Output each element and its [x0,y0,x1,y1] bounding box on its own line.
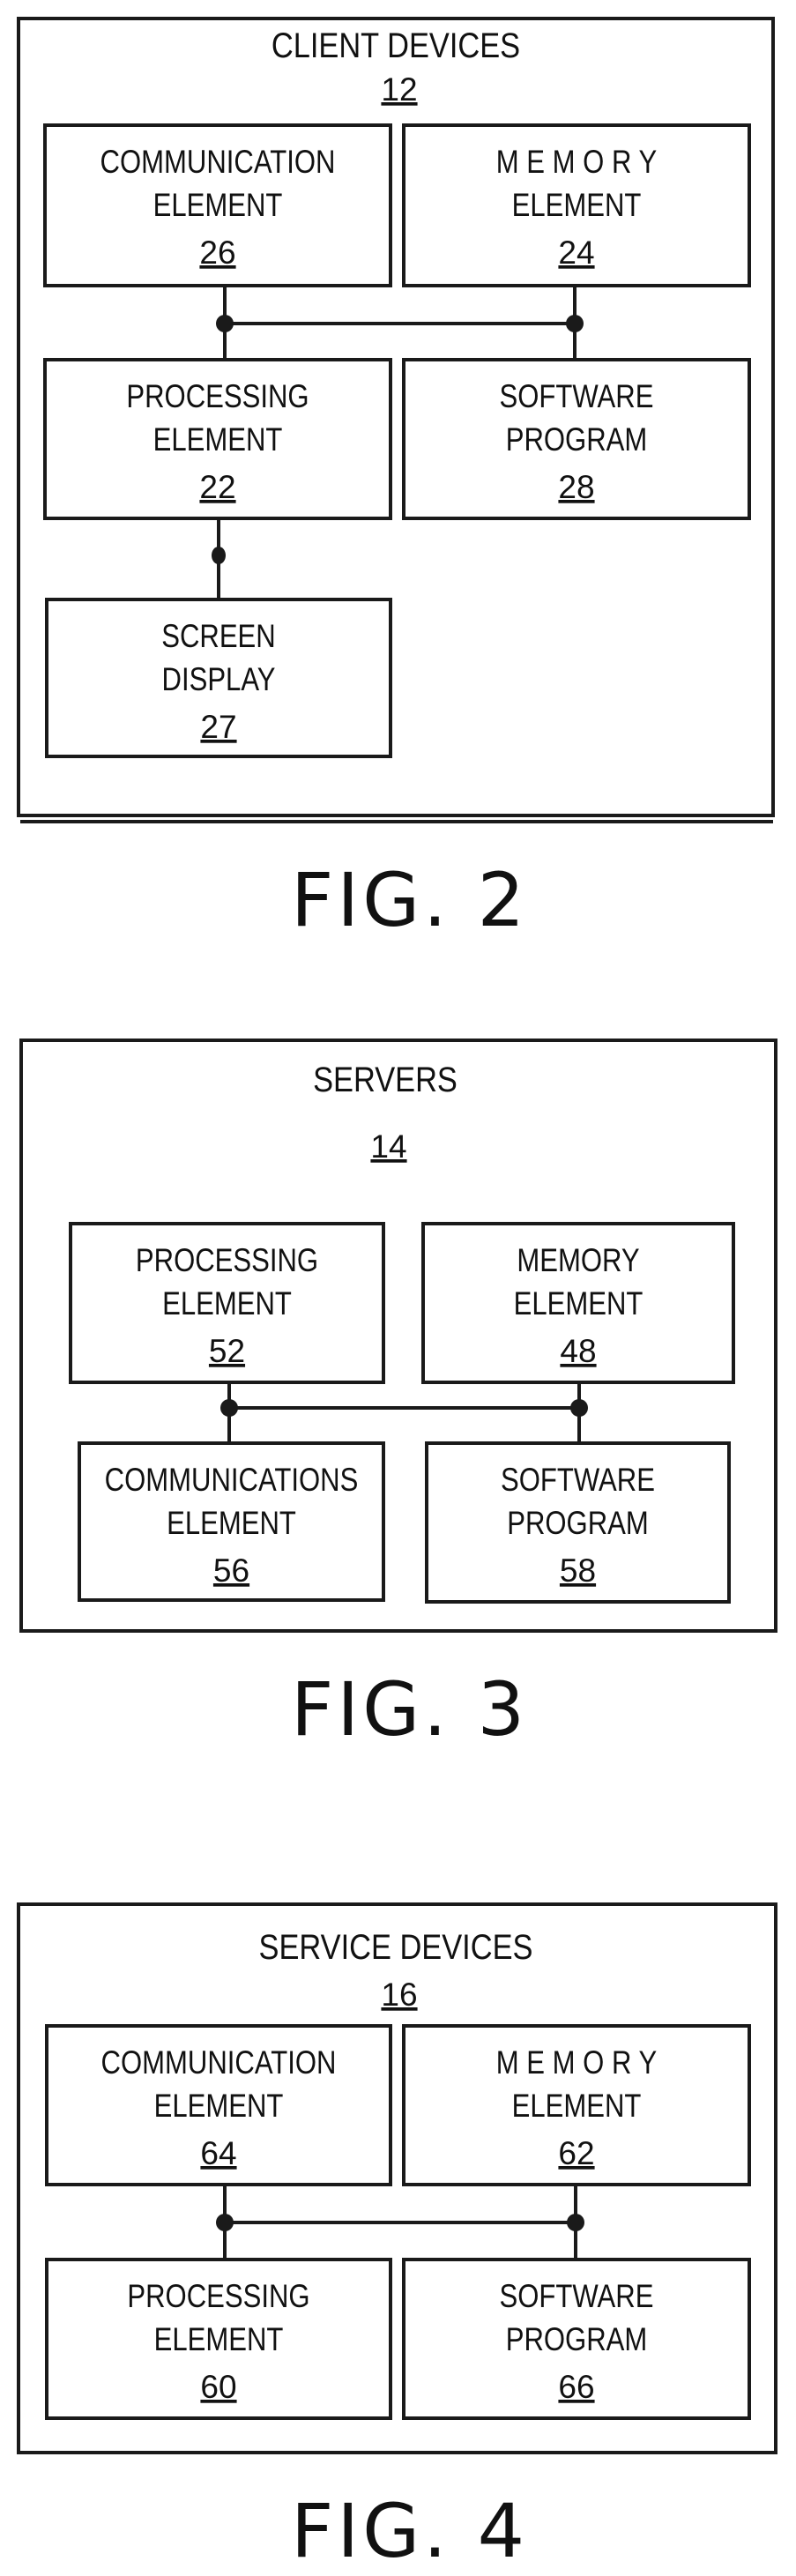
block-label-line: ELEMENT [154,2322,284,2358]
fig4-block-communication: COMMUNICATION ELEMENT 64 [45,2024,392,2186]
block-label-line: PROCESSING [126,379,309,415]
fig4-caption-text: FIG. 4 [291,2488,528,2574]
block-reference-numeral: 60 [200,2369,236,2405]
fig3-connections [220,1382,588,1443]
fig3-caption-text: FIG. 3 [291,1666,528,1753]
block-label-line: DISPLAY [162,662,276,698]
block-label-line: ELEMENT [153,422,283,458]
block-label-line: SOFTWARE [500,379,654,415]
block-reference-numeral: 58 [560,1552,596,1589]
fig3-block-memory: MEMORY ELEMENT 48 [421,1222,735,1384]
fig3-figure: SERVERS 14 PROCESSING ELEMENT 52 MEMORY ELEMEN… [19,1039,777,1633]
block-label-line: SOFTWARE [500,2279,654,2315]
block-label-line: ELEMENT [153,188,283,224]
block-label-line: PROCESSING [136,1243,318,1279]
block-reference-numeral: 52 [209,1333,245,1369]
block-reference-numeral: 22 [199,469,235,505]
block-label-line: PROGRAM [507,1506,649,1542]
block-label-line: COMMUNICATION [100,145,336,181]
block-label-line: ELEMENT [162,1286,292,1322]
block-label-line: M E M O R Y [496,145,658,181]
block-label-line: ELEMENT [514,1286,643,1322]
fig2-reference-numeral: 12 [381,71,417,108]
block-reference-numeral: 28 [558,469,594,505]
fig4-reference-numeral: 16 [381,1977,417,2013]
block-label-line: PROGRAM [506,422,648,458]
block-reference-numeral: 26 [199,235,235,271]
block-label-line: SOFTWARE [501,1463,655,1499]
fig2-title: CLIENT DEVICES [272,26,520,65]
block-label-line: PROGRAM [506,2322,648,2358]
block-label-line: MEMORY [517,1243,639,1279]
block-reference-numeral: 24 [558,235,594,271]
fig4-block-software: SOFTWARE PROGRAM 66 [402,2258,751,2420]
fig2-block-communication: COMMUNICATION ELEMENT 26 [43,123,392,287]
fig3-block-software: SOFTWARE PROGRAM 58 [425,1441,731,1604]
fig3-block-processing: PROCESSING ELEMENT 52 [69,1222,385,1384]
junction-node [212,547,226,564]
block-label-line: ELEMENT [512,2088,642,2125]
fig3-caption: FIG. 3 [291,1666,528,1753]
block-reference-numeral: 64 [200,2135,236,2171]
block-label-line: COMMUNICATION [101,2045,337,2081]
fig2-block-screen: SCREEN DISPLAY 27 [45,598,392,758]
fig2-block-processing: PROCESSING ELEMENT 22 [43,358,392,520]
block-label-line: M E M O R Y [496,2045,658,2081]
fig2-block-memory: M E M O R Y ELEMENT 24 [402,123,751,287]
block-label-line: ELEMENT [167,1506,296,1542]
fig4-figure: SERVICE DEVICES 16 COMMUNICATION ELEMENT 64 M… [17,1902,777,2454]
fig4-block-processing: PROCESSING ELEMENT 60 [45,2258,392,2420]
block-reference-numeral: 66 [558,2369,594,2405]
fig3-title: SERVERS [313,1060,458,1099]
patent-figures-canvas: CLIENT DEVICES 12 COMMUNICATION ELEMENT 26 M … [17,17,777,2574]
block-label-line: SCREEN [161,619,275,655]
fig3-reference-numeral: 14 [370,1128,406,1165]
block-reference-numeral: 62 [558,2135,594,2171]
fig4-caption: FIG. 4 [291,2488,528,2574]
fig2-caption: FIG. 2 [291,857,528,943]
block-label-line: ELEMENT [154,2088,284,2125]
fig4-connections [216,2185,584,2260]
fig2-figure: CLIENT DEVICES 12 COMMUNICATION ELEMENT 26 M … [17,17,775,823]
fig4-block-memory: M E M O R Y ELEMENT 62 [402,2024,751,2186]
block-label-line: PROCESSING [127,2279,309,2315]
block-reference-numeral: 56 [213,1552,249,1589]
fig3-block-communications: COMMUNICATIONS ELEMENT 56 [78,1441,385,1602]
block-label-line: ELEMENT [512,188,642,224]
block-reference-numeral: 27 [200,709,236,745]
block-label-line: COMMUNICATIONS [105,1463,359,1499]
fig2-caption-text: FIG. 2 [291,857,528,943]
block-reference-numeral: 48 [560,1333,596,1369]
fig4-title: SERVICE DEVICES [259,1927,533,1967]
fig2-block-software: SOFTWARE PROGRAM 28 [402,358,751,520]
